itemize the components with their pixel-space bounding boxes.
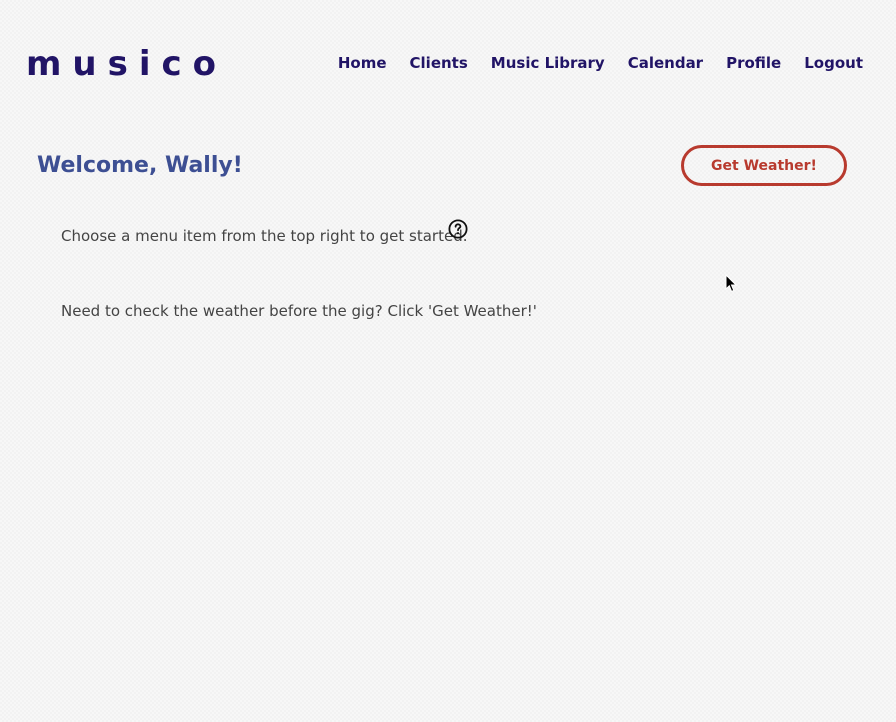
nav-music-library[interactable]: Music Library xyxy=(491,52,605,74)
nav-profile[interactable]: Profile xyxy=(726,52,781,74)
nav-calendar[interactable]: Calendar xyxy=(628,52,703,74)
weather-hint-text: Need to check the weather before the gig… xyxy=(61,302,537,320)
help-circle-icon-graphic xyxy=(448,219,468,239)
mouse-pointer-icon-graphic xyxy=(725,273,738,293)
nav-home[interactable]: Home xyxy=(338,52,387,74)
instructions-text: Choose a menu item from the top right to… xyxy=(61,227,468,245)
welcome-heading: Welcome, Wally! xyxy=(37,153,243,178)
get-weather-button[interactable]: Get Weather! xyxy=(681,145,847,186)
app-logo[interactable]: musico xyxy=(26,42,227,86)
nav-logout[interactable]: Logout xyxy=(804,52,863,74)
main-nav: Home Clients Music Library Calendar Prof… xyxy=(315,52,863,74)
help-circle-icon[interactable] xyxy=(448,219,468,239)
mouse-pointer-icon xyxy=(725,273,738,293)
nav-clients[interactable]: Clients xyxy=(410,52,468,74)
